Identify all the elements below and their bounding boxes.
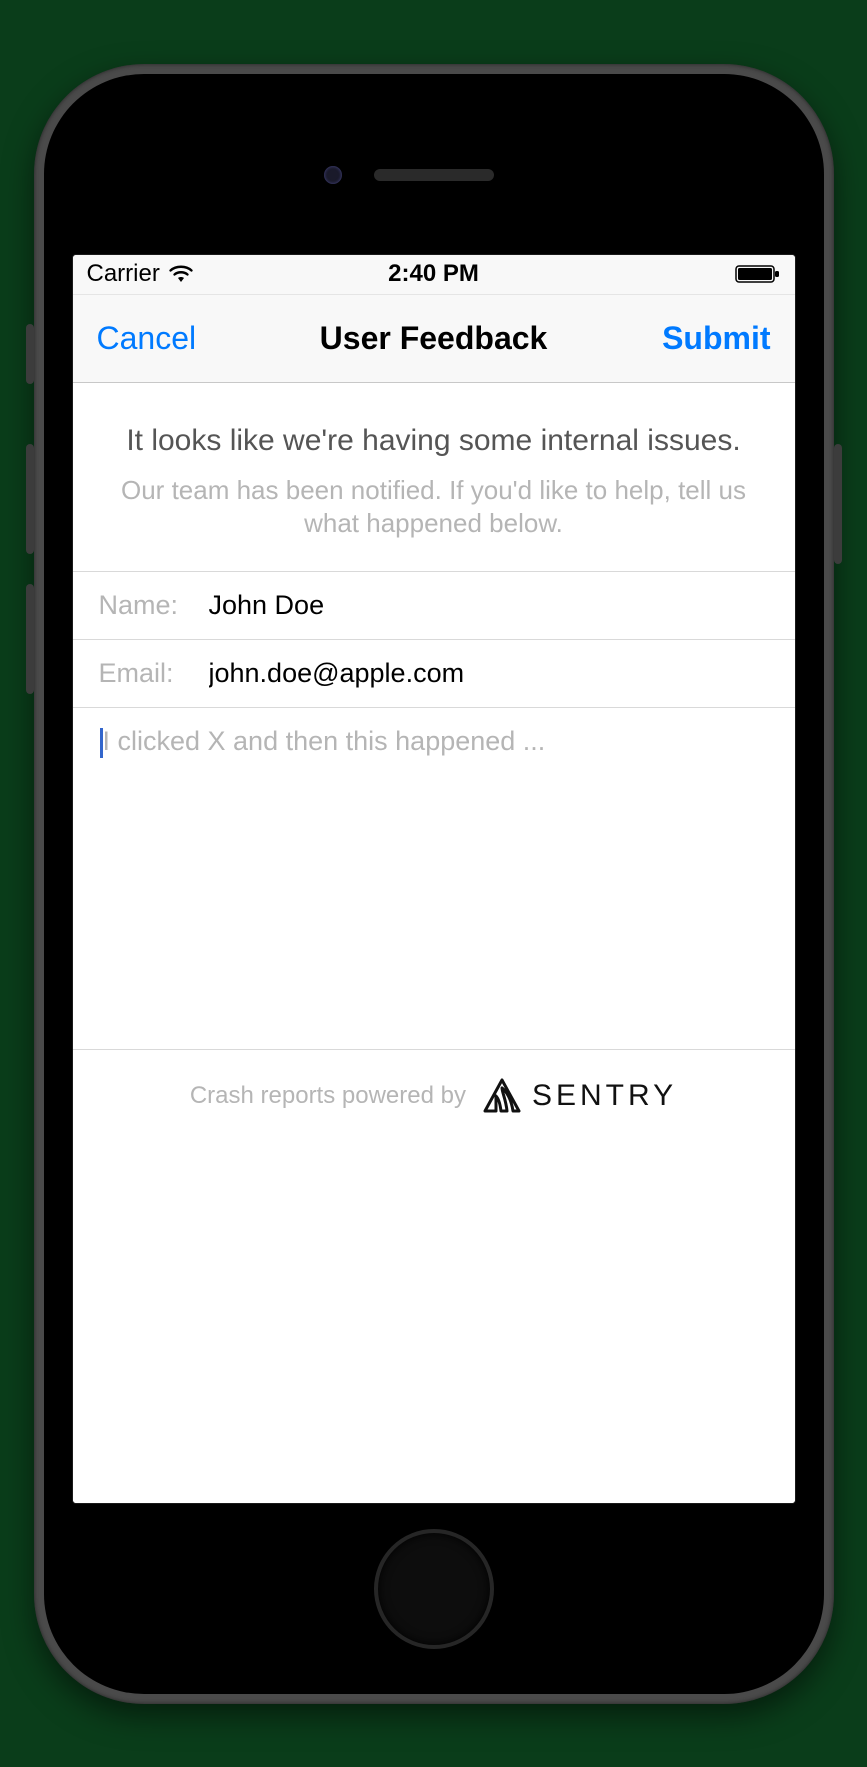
content-area: It looks like we're having some internal… bbox=[73, 383, 795, 1503]
sentry-wordmark: SENTRY bbox=[532, 1079, 677, 1113]
name-row: Name: bbox=[73, 572, 795, 640]
email-row: Email: bbox=[73, 640, 795, 708]
phone-mute-switch bbox=[26, 324, 34, 384]
home-button[interactable] bbox=[374, 1529, 494, 1649]
nav-bar: Cancel User Feedback Submit bbox=[73, 295, 795, 383]
description-row bbox=[73, 708, 795, 1050]
carrier-label: Carrier bbox=[87, 260, 160, 288]
status-time: 2:40 PM bbox=[388, 260, 479, 288]
name-input[interactable] bbox=[209, 590, 765, 621]
text-cursor bbox=[100, 728, 103, 758]
intro-section: It looks like we're having some internal… bbox=[73, 383, 795, 572]
footer: Crash reports powered by SENTRY bbox=[73, 1050, 795, 1142]
phone-bezel: Carrier 2:40 PM bbox=[44, 74, 824, 1694]
sentry-icon bbox=[482, 1078, 522, 1114]
phone-frame: Carrier 2:40 PM bbox=[34, 64, 834, 1704]
front-camera bbox=[324, 166, 342, 184]
battery-icon bbox=[735, 264, 781, 284]
wifi-icon bbox=[168, 264, 194, 284]
email-input[interactable] bbox=[209, 658, 765, 689]
description-input[interactable] bbox=[103, 726, 765, 1026]
earpiece bbox=[374, 169, 494, 181]
phone-volume-up bbox=[26, 444, 34, 554]
submit-button[interactable]: Submit bbox=[662, 320, 770, 357]
feedback-form: Name: Email: bbox=[73, 571, 795, 1050]
email-label: Email: bbox=[99, 658, 209, 689]
phone-volume-down bbox=[26, 584, 34, 694]
page-title: User Feedback bbox=[320, 320, 548, 357]
phone-power-button bbox=[834, 444, 842, 564]
intro-title: It looks like we're having some internal… bbox=[103, 421, 765, 460]
cancel-button[interactable]: Cancel bbox=[97, 320, 197, 357]
intro-subtitle: Our team has been notified. If you'd lik… bbox=[103, 474, 765, 542]
sentry-logo: SENTRY bbox=[482, 1078, 677, 1114]
name-label: Name: bbox=[99, 590, 209, 621]
status-bar: Carrier 2:40 PM bbox=[73, 255, 795, 295]
screen: Carrier 2:40 PM bbox=[72, 254, 796, 1504]
powered-by-label: Crash reports powered by bbox=[190, 1082, 466, 1110]
